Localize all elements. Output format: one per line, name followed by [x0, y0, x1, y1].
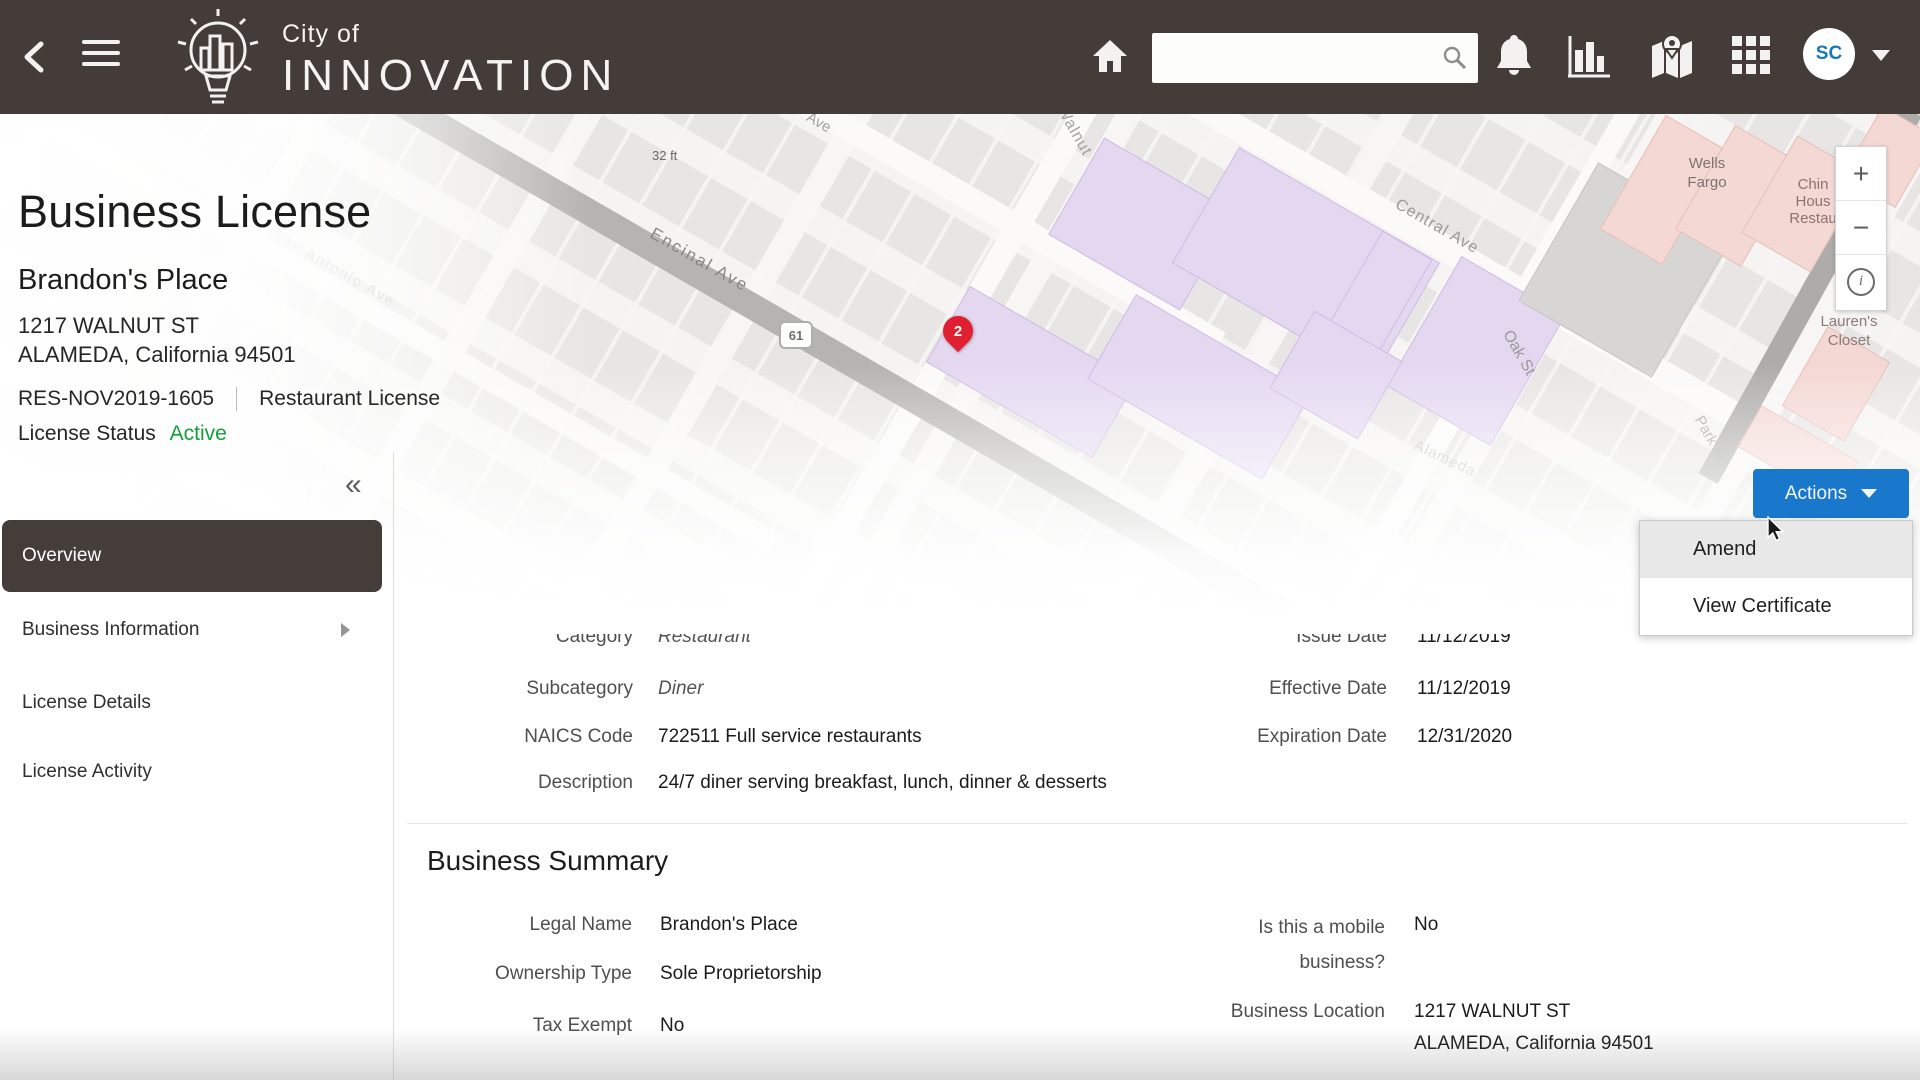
- search-icon[interactable]: [1442, 45, 1468, 71]
- license-hero: Business License Brandon's Place 1217 WA…: [18, 186, 440, 446]
- global-search: [1152, 33, 1478, 83]
- field-label: Is this a mobile business?: [1213, 910, 1385, 980]
- field-value: 12/31/2020: [1417, 726, 1512, 748]
- sidebar-item-label: License Details: [22, 692, 151, 714]
- menu-item-amend[interactable]: Amend: [1640, 521, 1912, 578]
- actions-button-label: Actions: [1785, 483, 1847, 505]
- sidebar-item-label: License Activity: [22, 761, 152, 783]
- status-label: License Status: [18, 422, 156, 445]
- sidebar-item-business-information[interactable]: Business Information: [2, 608, 382, 652]
- map-controls: + − i: [1835, 146, 1887, 311]
- sidebar-item-license-activity[interactable]: License Activity: [2, 750, 382, 794]
- business-address: 1217 WALNUT ST ALAMEDA, California 94501: [18, 311, 440, 369]
- field-value: No: [1414, 914, 1438, 936]
- field-value: No: [660, 1015, 684, 1037]
- back-icon[interactable]: [22, 40, 46, 74]
- search-input[interactable]: [1162, 38, 1436, 80]
- field-label: NAICS Code: [330, 726, 633, 748]
- home-icon[interactable]: [1090, 36, 1130, 76]
- sidebar-divider: [393, 452, 394, 1080]
- section-divider: [407, 823, 1907, 824]
- expand-arrow-icon: [341, 623, 350, 637]
- city-logo-lightbulb-icon: [168, 6, 268, 110]
- record-type: Restaurant License: [259, 387, 440, 411]
- business-license-page: City of INNOVATION SC: [0, 0, 1920, 1080]
- analytics-icon[interactable]: [1566, 34, 1612, 80]
- field-label: Effective Date: [1180, 678, 1387, 700]
- map-info-button[interactable]: i: [1836, 255, 1886, 308]
- field-label: Ownership Type: [330, 963, 632, 985]
- notifications-icon[interactable]: [1492, 32, 1536, 82]
- pin-number: 2: [943, 316, 973, 346]
- map-scale-label: 32 ft: [652, 148, 677, 163]
- field-label: Expiration Date: [1180, 726, 1387, 748]
- field-value: 24/7 diner serving breakfast, lunch, din…: [658, 772, 1107, 794]
- actions-button[interactable]: Actions: [1753, 469, 1909, 518]
- brand-lockup: City of INNOVATION: [282, 20, 619, 101]
- user-avatar[interactable]: SC: [1803, 28, 1855, 80]
- actions-caret-icon: [1861, 489, 1877, 498]
- sidebar-collapse-icon[interactable]: «: [345, 470, 362, 500]
- field-value: Sole Proprietorship: [660, 963, 822, 985]
- poi-label-wells-fargo: Wells Fargo: [1672, 154, 1742, 192]
- field-label: Legal Name: [330, 914, 632, 936]
- location-pin-icon[interactable]: 2: [937, 310, 979, 352]
- business-summary-heading: Business Summary: [427, 845, 668, 877]
- brand-city-of: City of: [282, 20, 619, 49]
- app-grid-icon[interactable]: [1732, 36, 1770, 74]
- route-shield-61: 61: [779, 321, 813, 349]
- zoom-out-button[interactable]: −: [1836, 201, 1886, 255]
- sidebar-item-label: Overview: [22, 545, 101, 567]
- business-name: Brandon's Place: [18, 264, 440, 297]
- address-line-2: ALAMEDA, California 94501: [18, 340, 440, 369]
- field-value: 1217 WALNUT ST: [1414, 1001, 1570, 1023]
- poi-label-laurens-closet: Lauren's Closet: [1806, 312, 1892, 350]
- field-value: Brandon's Place: [660, 914, 798, 936]
- record-divider: [236, 387, 237, 411]
- field-value: 11/12/2019: [1417, 678, 1511, 700]
- field-label: Tax Exempt: [330, 1015, 632, 1037]
- user-menu-caret-icon[interactable]: [1872, 50, 1890, 61]
- field-value: 722511 Full service restaurants: [658, 726, 922, 748]
- field-label: Business Location: [1213, 1001, 1385, 1023]
- menu-item-view-certificate[interactable]: View Certificate: [1640, 578, 1912, 635]
- info-icon: i: [1847, 268, 1875, 296]
- menu-icon[interactable]: [82, 40, 120, 73]
- field-value: ALAMEDA, California 94501: [1414, 1033, 1654, 1055]
- sidebar-item-label: Business Information: [22, 619, 199, 641]
- map-explorer-icon[interactable]: [1648, 32, 1696, 82]
- status-value: Active: [170, 422, 227, 445]
- sidebar-item-overview[interactable]: Overview: [2, 520, 382, 592]
- avatar-initials: SC: [1816, 43, 1842, 65]
- license-status-row: License Status Active: [18, 422, 440, 446]
- poi-label-china-house: Chin Hous Restau: [1788, 176, 1838, 227]
- record-number: RES-NOV2019-1605: [18, 387, 214, 411]
- zoom-in-button[interactable]: +: [1836, 147, 1886, 201]
- field-value: Diner: [658, 678, 703, 700]
- sidebar-item-license-details[interactable]: License Details: [2, 681, 382, 725]
- brand-innovation: INNOVATION: [282, 51, 619, 101]
- address-line-1: 1217 WALNUT ST: [18, 311, 440, 340]
- page-title: Business License: [18, 186, 440, 238]
- app-header: City of INNOVATION SC: [0, 0, 1920, 114]
- record-row: RES-NOV2019-1605 Restaurant License: [18, 387, 440, 411]
- actions-menu: Amend View Certificate: [1639, 520, 1913, 636]
